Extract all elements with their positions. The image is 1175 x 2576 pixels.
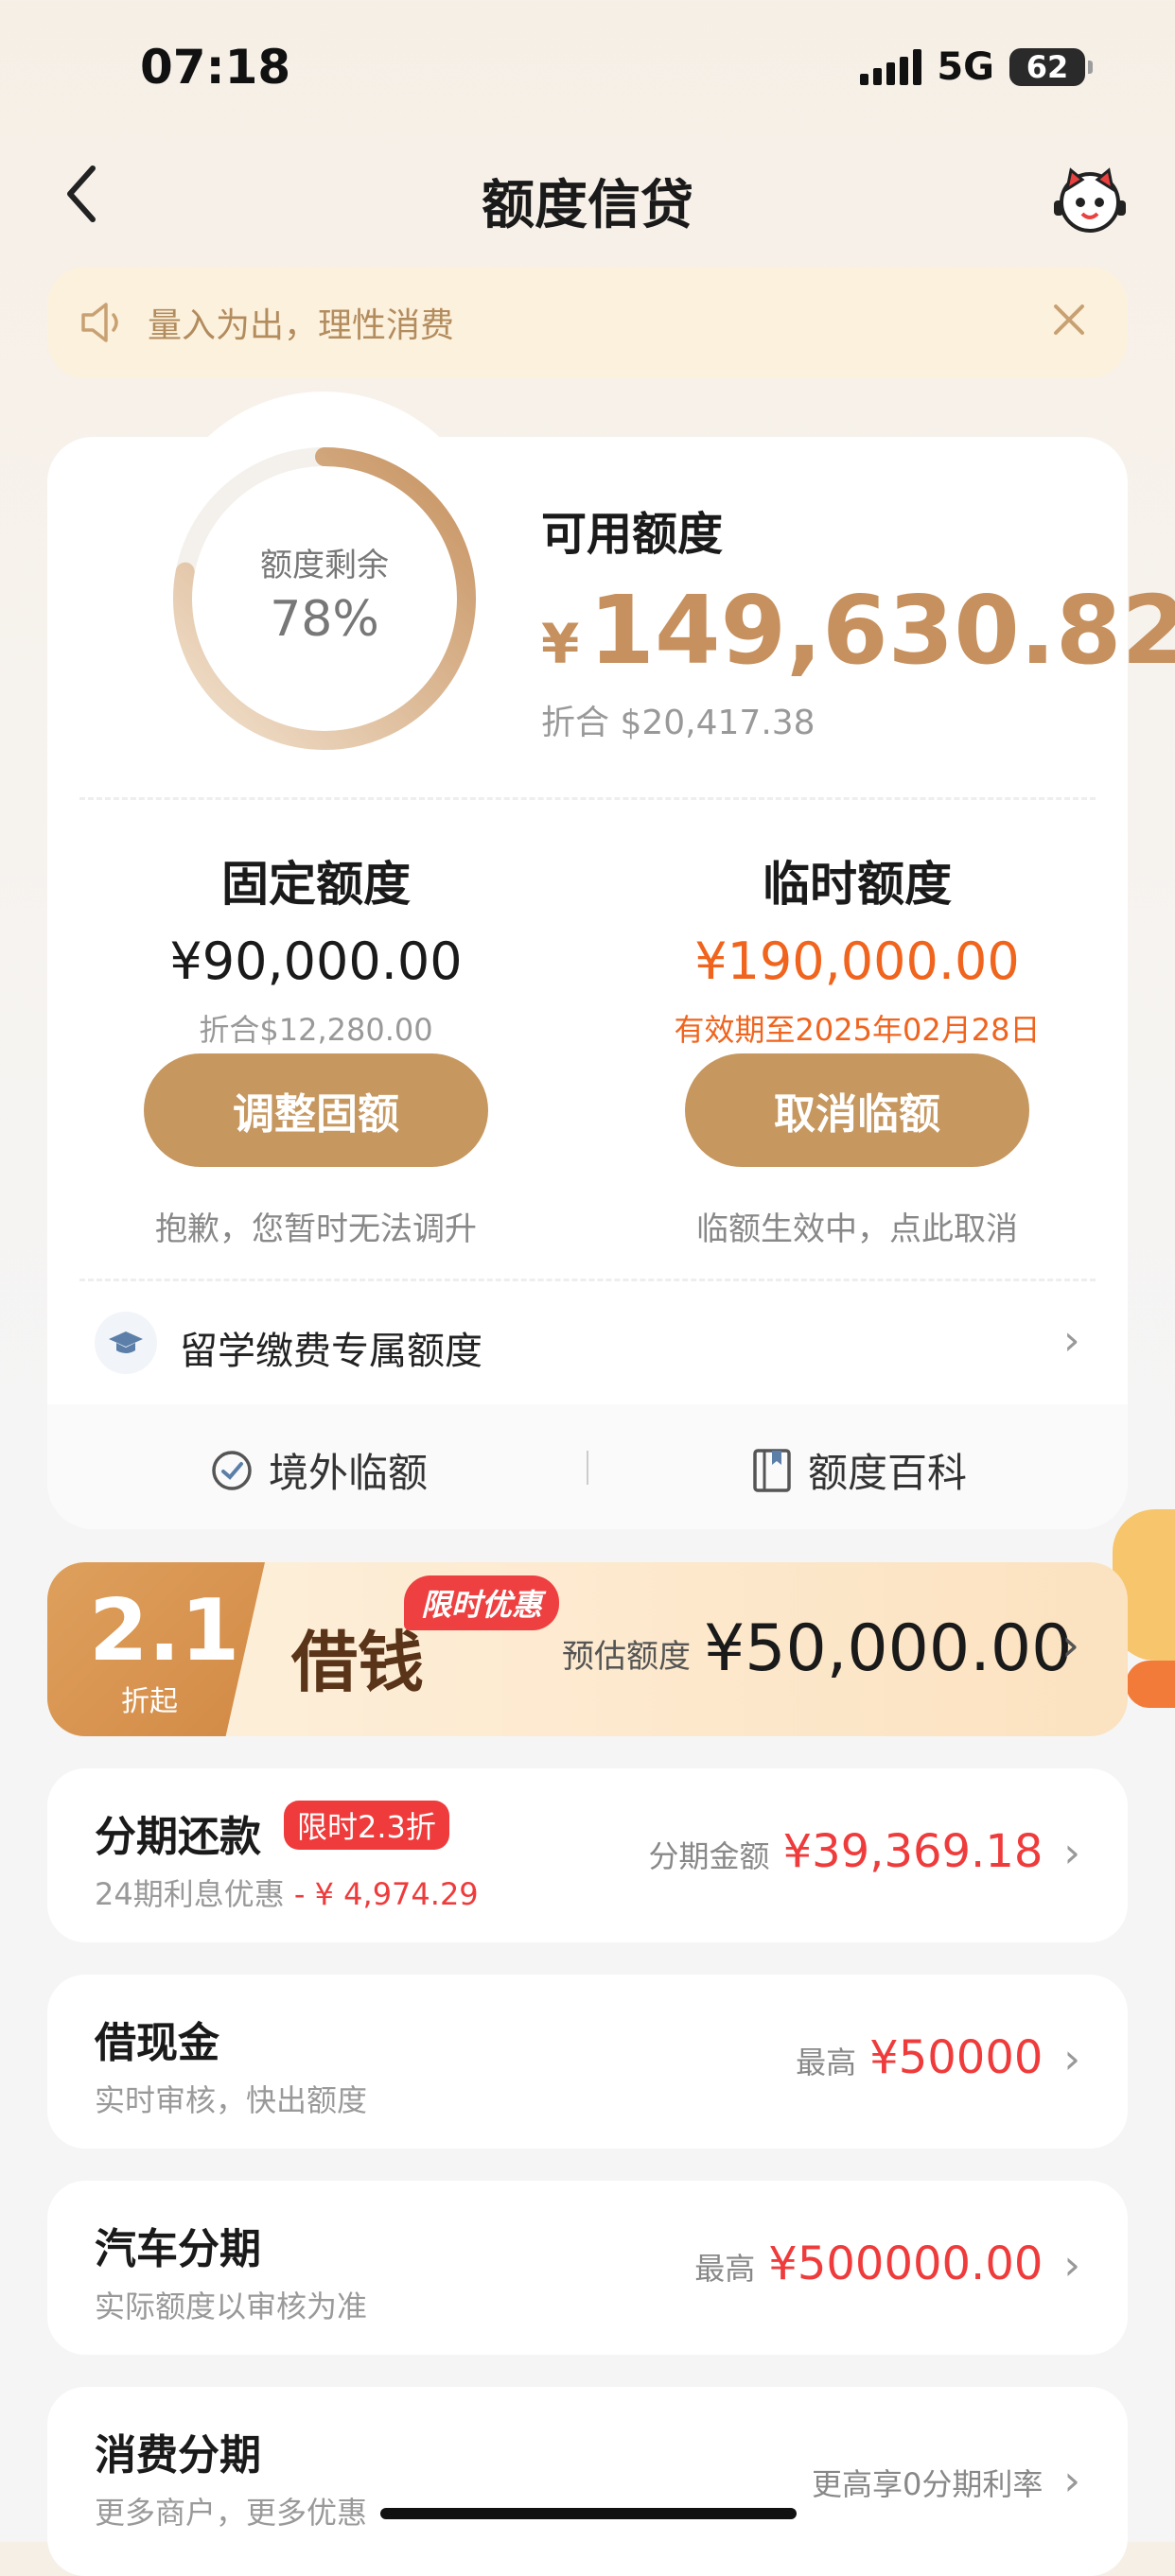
max-label: 最高 [694,2251,756,2287]
fixed-credit-title: 固定额度 [221,857,411,912]
max-label: 最高 [796,2045,857,2080]
loan-rate: 2.1 [89,1581,240,1680]
temp-credit-amount: ¥190,000.00 [694,931,1020,991]
credit-wiki-label: 额度百科 [808,1450,968,1496]
discount-badge: 限时2.3折 [284,1801,449,1850]
row-subtitle: 24期利息优惠 - ¥ 4,974.29 [95,1871,479,1914]
graduation-cap-icon [95,1312,157,1374]
mascot-button[interactable] [1052,161,1128,236]
fixed-credit-amount: ¥90,000.00 [169,931,463,991]
divider [79,1279,1096,1281]
row-right: 最高 ¥50000 › [796,2031,1080,2084]
available-label: 可用额度 [541,508,724,561]
ring-percent: 78% [270,591,379,648]
row-right: 分期金额 ¥39,369.18 › [649,1825,1080,1878]
installment-amount-label: 分期金额 [648,1838,770,1874]
temp-credit-title: 临时额度 [763,857,952,912]
row-title: 分期还款 [95,1813,261,1861]
cash-loan-row[interactable]: 借现金 实时审核，快出额度 最高 ¥50000 › [47,1975,1128,2149]
installment-repay-row[interactable]: 分期还款 限时2.3折 24期利息优惠 - ¥ 4,974.29 分期金额 ¥3… [47,1768,1128,1942]
loan-rate-sub: 折起 [121,1685,178,1718]
car-installment-row[interactable]: 汽车分期 实际额度以审核为准 最高 ¥500000.00 › [47,2181,1128,2355]
temp-credit-expiry: 有效期至2025年02月28日 [674,1012,1041,1048]
status-time: 07:18 [140,40,291,95]
row-title: 消费分期 [95,2431,261,2480]
row-title: 汽车分期 [95,2225,261,2273]
battery-level: 62 [1026,49,1069,85]
chevron-right-icon: › [1063,2035,1080,2083]
ring-label: 额度剩余 [260,547,389,584]
mascot-icon [1054,167,1126,233]
speaker-icon [81,303,118,342]
chevron-right-icon: › [1061,1619,1080,1672]
overseas-temp-credit-label: 境外临额 [269,1450,429,1496]
adjust-fixed-button[interactable]: 调整固额 [144,1053,488,1167]
fixed-credit-converted: 折合$12,280.00 [199,1012,433,1048]
available-currency: ¥ [541,612,580,676]
row-subtitle: 实时审核，快出额度 [95,2082,368,2118]
interest-discount-value: - ¥ 4,974.29 [284,1876,479,1912]
estimate-amount: ¥50,000.00 [704,1611,1073,1686]
row-right: 更高享0分期利率 › [812,2457,1080,2505]
page-title: 额度信贷 [482,175,693,236]
clock-check-icon [212,1450,252,1490]
row-subtitle: 更多商户，更多优惠 [95,2495,368,2531]
credit-wiki-link[interactable]: 额度百科 [751,1441,967,1499]
temp-credit-note[interactable]: 临额生效中，点此取消 [621,1203,1094,1249]
borrow-banner[interactable]: 2.1 折起 借钱 限时优惠 预估额度 ¥50,000.00 › [47,1562,1128,1736]
installment-amount-value: ¥39,369.18 [782,1825,1043,1878]
limited-offer-badge: 限时优惠 [404,1575,560,1630]
tool-divider [587,1451,588,1485]
max-value: ¥50000 [869,2031,1043,2084]
row-subtitle: 实际额度以审核为准 [95,2289,368,2324]
chevron-right-icon: › [1063,2457,1080,2505]
fixed-credit-note: 抱歉，您暂时无法调升 [155,1210,477,1248]
chevron-right-icon: › [1063,2241,1080,2289]
row-right: 最高 ¥500000.00 › [694,2237,1080,2290]
notice-bar: 量入为出，理性消费 [47,267,1128,378]
available-value: 149,630.82 [588,575,1175,686]
chevron-right-icon: › [1063,1829,1080,1877]
max-value: ¥500000.00 [768,2237,1043,2290]
home-indicator [380,2508,797,2519]
interest-discount-label: 24期利息优惠 [95,1876,285,1912]
overseas-temp-credit-link[interactable]: 境外临额 [210,1441,428,1499]
available-amount: ¥ 149,630.82 [541,575,1175,686]
network-type: 5G [937,45,994,89]
chevron-right-icon: › [1063,1316,1080,1365]
zero-rate-label: 更高享0分期利率 [812,2466,1043,2502]
estimate-label: 预估额度 [562,1638,691,1676]
cancel-temp-button[interactable]: 取消临额 [685,1053,1029,1167]
divider [79,797,1096,800]
consumer-installment-row[interactable]: 消费分期 更多商户，更多优惠 更高享0分期利率 › [47,2387,1128,2576]
available-converted: 折合 $20,417.38 [541,704,815,742]
floating-promo-tag[interactable] [1126,1661,1175,1708]
status-indicators: 5G 62 [860,45,1093,89]
signal-icon [860,49,922,85]
close-icon[interactable] [1048,299,1090,340]
notice-text: 量入为出，理性消费 [148,306,455,345]
row-title: 借现金 [95,2019,219,2067]
battery-icon: 62 [1009,48,1093,86]
book-icon [753,1448,791,1492]
study-abroad-credit-link[interactable]: 留学缴费专属额度 [180,1320,482,1375]
